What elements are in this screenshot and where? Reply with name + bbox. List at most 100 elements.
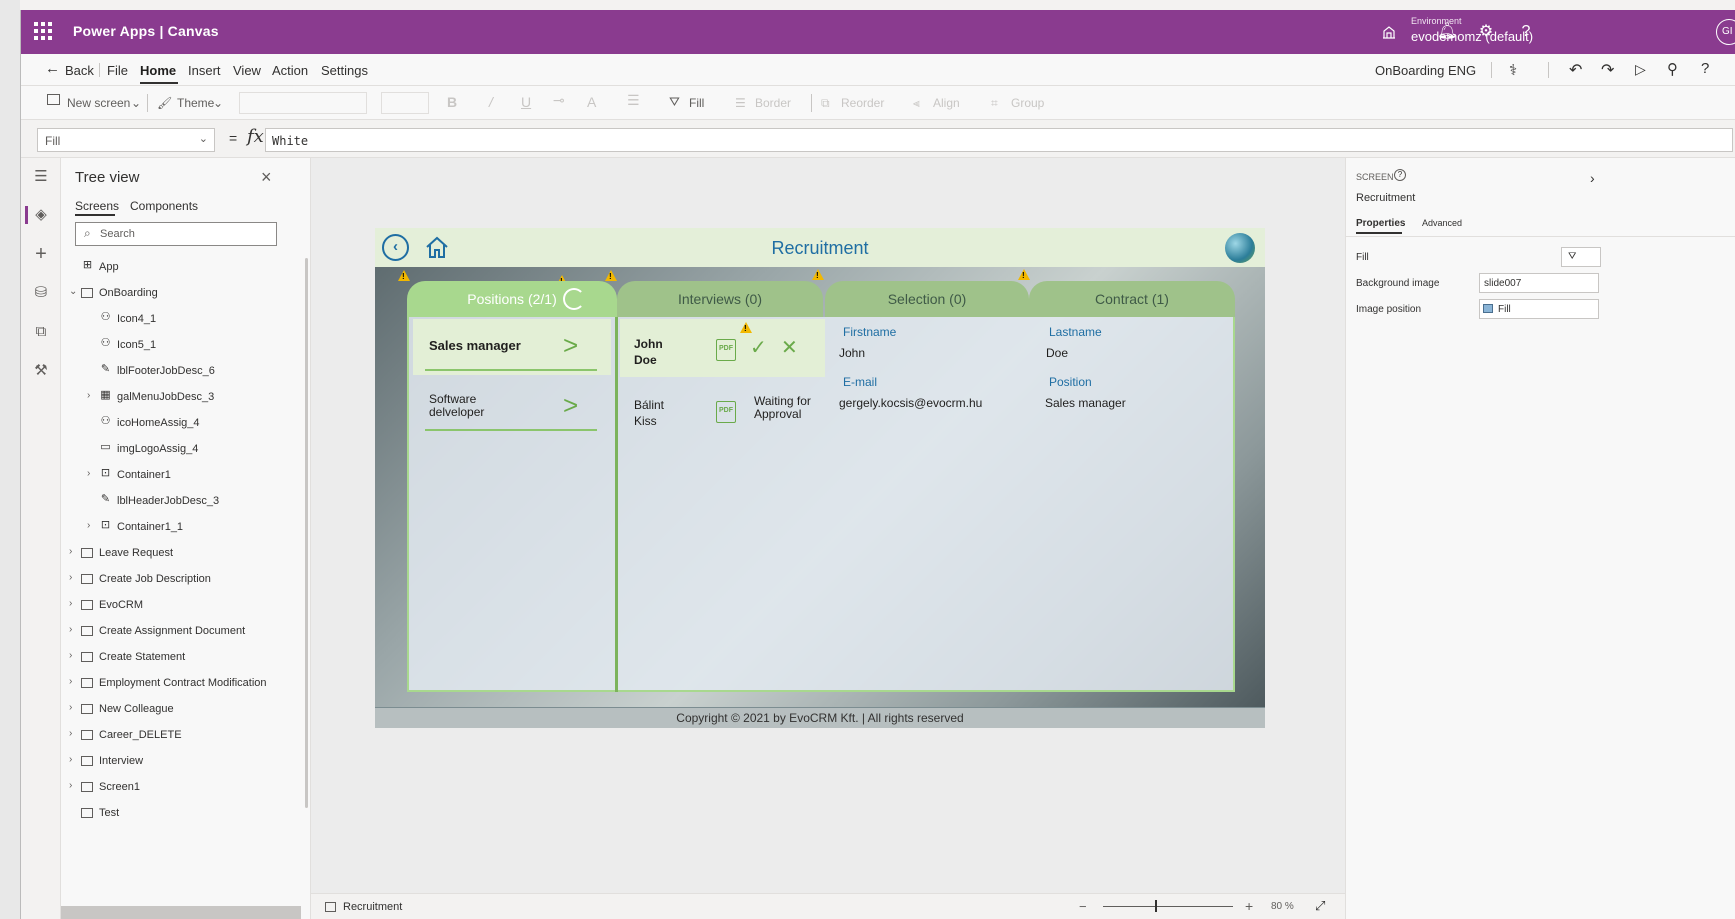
avatar[interactable]: GI [1716,19,1735,45]
property-dropdown[interactable]: Fill ⌄ [37,128,215,152]
warning-icon[interactable] [398,270,410,281]
tab-contract[interactable]: Contract (1) [1029,281,1235,317]
text-align-icon[interactable]: ☰ [627,92,640,109]
font-dropdown[interactable] [239,92,367,114]
pdf-icon[interactable]: PDF [716,339,736,361]
help-icon[interactable]: ? [1701,60,1709,77]
share-icon[interactable]: ⚲ [1667,60,1678,78]
tree-item[interactable]: › EvoCRM [61,592,301,618]
chevron-right-icon[interactable]: › [69,702,72,713]
pdf-icon[interactable]: PDF [716,401,736,423]
tree-item[interactable]: › ▦ galMenuJobDesc_3 [61,384,301,410]
tab-components[interactable]: Components [130,199,198,213]
chevron-down-icon[interactable]: ⌄ [69,286,77,297]
refresh-icon[interactable] [563,288,585,310]
app-checker-icon[interactable]: ⚕ [1509,61,1517,79]
menu-view[interactable]: View [233,63,261,78]
undo-icon[interactable]: ↶ [1569,60,1582,80]
tree-item[interactable]: ✎ lblFooterJobDesc_6 [61,358,301,384]
tree-item[interactable]: › Create Assignment Document [61,618,301,644]
candidate-row[interactable]: Bálint Kiss PDF Waiting for Approval [620,379,825,437]
tab-selection[interactable]: Selection (0) [825,281,1029,317]
chevron-right-icon[interactable]: › [69,728,72,739]
layers-icon[interactable]: ◈ [32,206,50,224]
tree-item[interactable]: › Create Job Description [61,566,301,592]
tree-item[interactable]: › Create Statement [61,644,301,670]
insert-plus-icon[interactable]: + [32,244,50,264]
search-input[interactable]: ⌕ Search [75,222,277,246]
tree-item[interactable]: › Employment Contract Modification [61,670,301,696]
help-icon[interactable]: ? [1517,23,1535,41]
border-button[interactable]: Border [755,96,791,110]
fit-to-window-icon[interactable]: ⤢ [1315,898,1325,914]
tab-positions[interactable]: Positions (2/1) [407,281,617,317]
zoom-out-icon[interactable]: − [1079,899,1087,914]
chevron-right-icon[interactable]: › [87,390,90,401]
chevron-right-icon[interactable]: › [69,780,72,791]
menu-action[interactable]: Action [272,63,308,78]
new-screen-button[interactable]: New screen [67,96,130,110]
close-icon[interactable]: › [1590,170,1595,186]
tab-screens[interactable]: Screens [75,199,119,213]
recruitment-screen[interactable]: ‹ Recruitment Positions (2/1) Interviews… [375,228,1265,728]
back-button[interactable]: Back [65,63,94,78]
formula-input[interactable]: White [265,128,1733,152]
tree-item[interactable]: › Interview [61,748,301,774]
chevron-right-icon[interactable]: › [87,468,90,479]
warning-icon[interactable] [740,322,752,333]
tree-item[interactable]: ⚇ Icon5_1 [61,332,301,358]
check-icon[interactable]: ✓ [750,335,767,360]
current-screen-selector[interactable]: Recruitment [343,901,402,913]
chevron-right-icon[interactable]: > [563,390,578,421]
bold-icon[interactable]: B [447,94,457,110]
zoom-in-icon[interactable]: + [1245,898,1253,914]
menu-file[interactable]: File [107,63,128,78]
scrollbar[interactable] [305,258,308,808]
chevron-right-icon[interactable]: › [69,650,72,661]
tree-item[interactable]: ⚇ icoHomeAssig_4 [61,410,301,436]
chevron-right-icon[interactable]: › [69,572,72,583]
chevron-right-icon[interactable]: › [69,754,72,765]
menu-settings[interactable]: Settings [321,63,368,78]
gear-icon[interactable]: ⚙ [1477,23,1495,41]
tree-item[interactable]: › ⊡ Container1_1 [61,514,301,540]
zoom-slider-thumb[interactable] [1155,900,1157,912]
chevron-right-icon[interactable]: › [69,676,72,687]
chevron-right-icon[interactable]: › [69,624,72,635]
tree-item[interactable]: › ⊡ Container1 [61,462,301,488]
tree-item[interactable]: Test [61,800,301,826]
environment-selector[interactable]: evodemomz (default) [1411,29,1533,44]
bell-icon[interactable]: 🔔︎ [1437,23,1457,41]
hamburger-icon[interactable]: ☰ [32,168,50,186]
help-icon[interactable]: ? [1394,169,1406,181]
menu-insert[interactable]: Insert [188,63,221,78]
fill-button[interactable]: Fill [689,96,704,110]
chevron-right-icon[interactable]: › [87,520,90,531]
tree-item[interactable]: ▭ imgLogoAssig_4 [61,436,301,462]
image-position-dropdown[interactable]: Fill [1479,299,1599,319]
underline-icon[interactable]: U [521,94,531,110]
app-launcher-icon[interactable] [34,22,52,40]
tree-item[interactable]: › Career_DELETE [61,722,301,748]
font-size-dropdown[interactable] [381,92,429,114]
fill-color-picker[interactable]: ⛛ [1561,247,1601,267]
position-item[interactable]: Software delveloper > [413,379,611,435]
chevron-right-icon[interactable]: › [69,598,72,609]
align-button[interactable]: Align [933,96,960,110]
chevron-right-icon[interactable]: > [563,330,578,361]
theme-button[interactable]: Theme [177,96,214,110]
redo-icon[interactable]: ↷ [1601,60,1614,80]
tab-interviews[interactable]: Interviews (0) [617,281,823,317]
tree-item[interactable]: ✎ lblHeaderJobDesc_3 [61,488,301,514]
tab-properties[interactable]: Properties [1356,218,1405,229]
background-image-dropdown[interactable]: slide007 [1479,273,1599,293]
data-icon[interactable]: ⛁ [32,284,50,302]
tree-item[interactable]: ⚇ Icon4_1 [61,306,301,332]
warning-icon[interactable] [812,269,824,280]
italic-icon[interactable]: / [489,94,493,110]
back-arrow-icon[interactable]: ← [45,60,60,77]
font-color-icon[interactable]: A [587,94,596,110]
close-icon[interactable]: ✕ [781,335,798,360]
tree-item[interactable]: › Leave Request [61,540,301,566]
group-button[interactable]: Group [1011,96,1044,110]
